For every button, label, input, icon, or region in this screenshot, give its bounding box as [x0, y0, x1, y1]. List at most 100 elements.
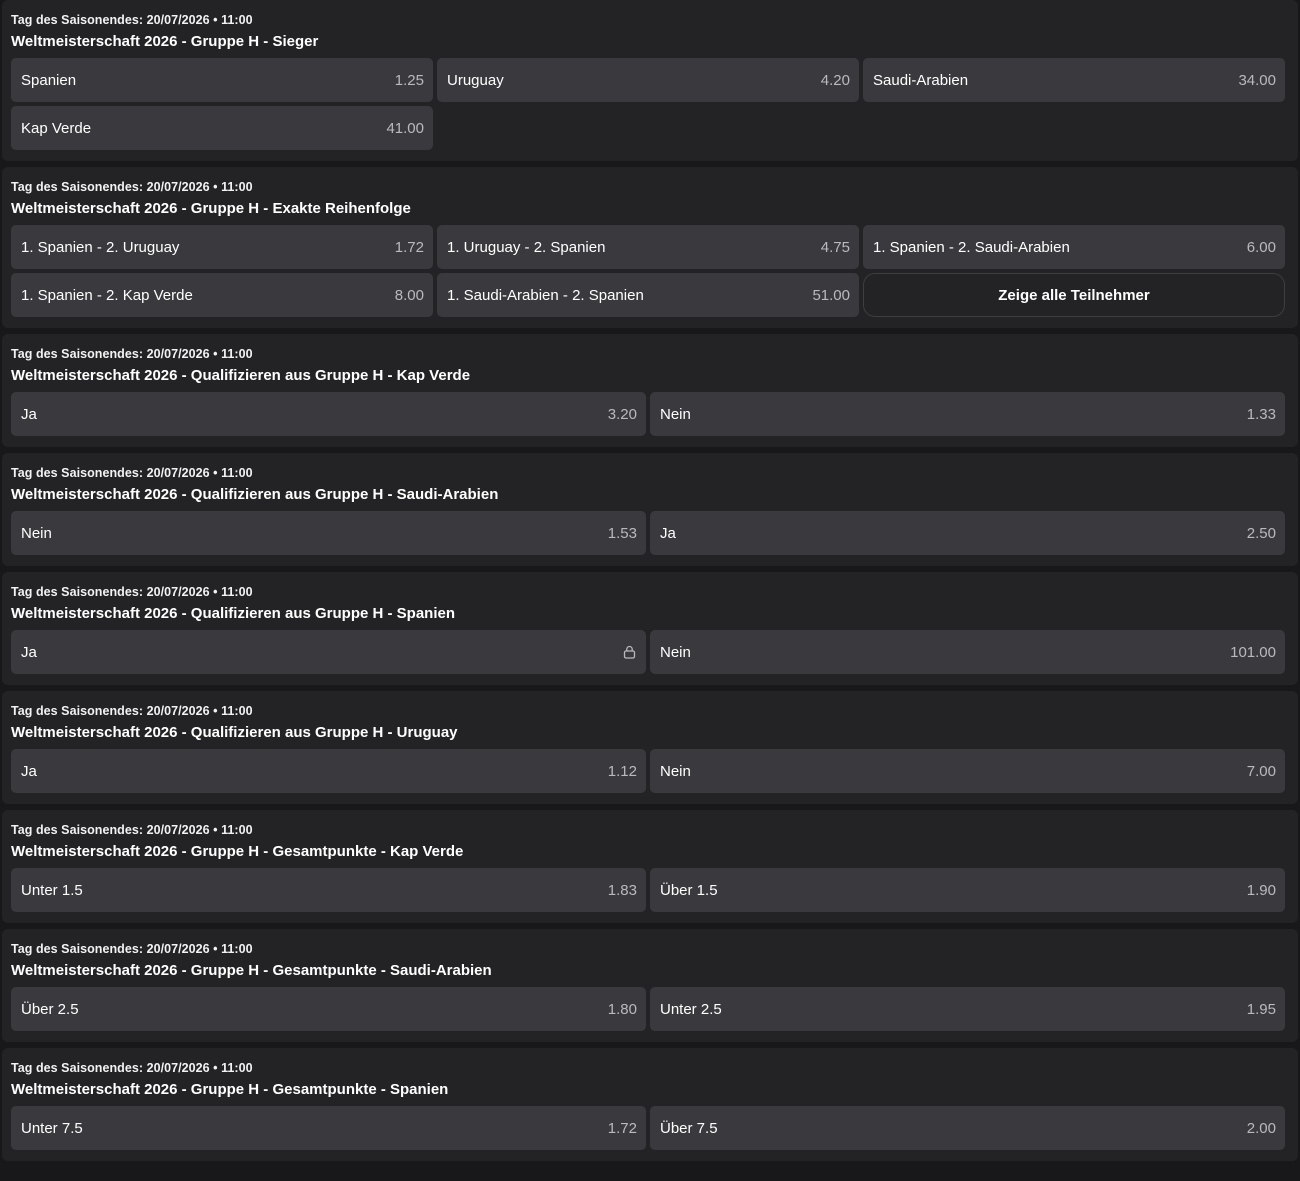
- market-card: Tag des Saisonendes: 20/07/2026 • 11:00 W…: [2, 1048, 1298, 1161]
- outcome-odds: 1.80: [607, 1000, 637, 1018]
- market-date: Tag des Saisonendes: 20/07/2026 • 11:00: [11, 585, 253, 599]
- market-date: Tag des Saisonendes: 20/07/2026 • 11:00: [11, 704, 253, 718]
- market-title: Weltmeisterschaft 2026 - Gruppe H - Exak…: [11, 200, 411, 217]
- outcome-button[interactable]: Unter 2.5 1.95: [650, 987, 1285, 1031]
- outcome-odds: 51.00: [812, 286, 850, 304]
- market-card: Tag des Saisonendes: 20/07/2026 • 11:00 W…: [2, 334, 1298, 447]
- outcome-label: Spanien: [21, 71, 77, 89]
- outcome-odds: 1.72: [394, 238, 424, 256]
- outcome-label: Nein: [21, 524, 52, 542]
- outcome-odds: 1.90: [1246, 881, 1276, 899]
- outcome-odds: 1.25: [394, 71, 424, 89]
- outcome-button[interactable]: Unter 1.5 1.83: [11, 868, 646, 912]
- market-title: Weltmeisterschaft 2026 - Qualifizieren a…: [11, 605, 456, 622]
- market-date: Tag des Saisonendes: 20/07/2026 • 11:00: [11, 180, 253, 194]
- outcome-button[interactable]: 1. Spanien - 2. Kap Verde 8.00: [11, 273, 433, 317]
- outcome-button[interactable]: 1. Spanien - 2. Saudi-Arabien 6.00: [863, 225, 1285, 269]
- outcome-odds: 34.00: [1238, 71, 1276, 89]
- outcome-label: 1. Uruguay - 2. Spanien: [447, 238, 606, 256]
- outcome-grid: Ja 1.12 Nein 7.00: [11, 749, 1285, 793]
- outcome-label: Unter 1.5: [21, 881, 83, 899]
- lock-icon: [621, 644, 637, 660]
- outcome-button[interactable]: Kap Verde 41.00: [11, 106, 433, 150]
- outcome-button[interactable]: 1. Saudi-Arabien - 2. Spanien 51.00: [437, 273, 859, 317]
- outcome-button[interactable]: Nein 101.00: [650, 630, 1285, 674]
- outcome-label: 1. Saudi-Arabien - 2. Spanien: [447, 286, 644, 304]
- outcome-button[interactable]: Ja: [11, 630, 646, 674]
- outcome-label: Uruguay: [447, 71, 504, 89]
- outcome-odds: 8.00: [394, 286, 424, 304]
- outcome-label: 1. Spanien - 2. Kap Verde: [21, 286, 193, 304]
- market-date: Tag des Saisonendes: 20/07/2026 • 11:00: [11, 13, 253, 27]
- market-title: Weltmeisterschaft 2026 - Gruppe H - Gesa…: [11, 962, 492, 979]
- outcome-button[interactable]: Über 7.5 2.00: [650, 1106, 1285, 1150]
- outcome-label: Nein: [660, 643, 691, 661]
- outcome-grid: Unter 1.5 1.83 Über 1.5 1.90: [11, 868, 1285, 912]
- outcome-button[interactable]: Saudi-Arabien 34.00: [863, 58, 1285, 102]
- market-date: Tag des Saisonendes: 20/07/2026 • 11:00: [11, 823, 253, 837]
- outcome-grid: Nein 1.53 Ja 2.50: [11, 511, 1285, 555]
- outcome-label: Über 7.5: [660, 1119, 718, 1137]
- show-all-participants-button[interactable]: Zeige alle Teilnehmer: [863, 273, 1285, 317]
- outcome-odds: 1.72: [607, 1119, 637, 1137]
- outcome-button[interactable]: Über 2.5 1.80: [11, 987, 646, 1031]
- outcome-button[interactable]: Über 1.5 1.90: [650, 868, 1285, 912]
- outcome-odds: 101.00: [1230, 643, 1276, 661]
- market-card: Tag des Saisonendes: 20/07/2026 • 11:00 W…: [2, 691, 1298, 804]
- outcome-label: Ja: [21, 643, 37, 661]
- market-title: Weltmeisterschaft 2026 - Qualifizieren a…: [11, 367, 471, 384]
- outcome-label: Nein: [660, 762, 691, 780]
- outcome-label: 1. Spanien - 2. Uruguay: [21, 238, 180, 256]
- outcome-odds: 4.20: [820, 71, 850, 89]
- outcome-label: Ja: [21, 762, 37, 780]
- outcome-odds: 1.83: [607, 881, 637, 899]
- outcome-button[interactable]: Uruguay 4.20: [437, 58, 859, 102]
- outcome-button[interactable]: Ja 2.50: [650, 511, 1285, 555]
- outcome-button[interactable]: Nein 7.00: [650, 749, 1285, 793]
- market-date: Tag des Saisonendes: 20/07/2026 • 11:00: [11, 347, 253, 361]
- outcome-grid: Spanien 1.25 Uruguay 4.20 Saudi-Arabien 34.00…: [11, 58, 1285, 150]
- outcome-label: Ja: [21, 405, 37, 423]
- outcome-button[interactable]: Ja 1.12: [11, 749, 646, 793]
- outcome-button[interactable]: 1. Spanien - 2. Uruguay 1.72: [11, 225, 433, 269]
- market-card: Tag des Saisonendes: 20/07/2026 • 11:00 W…: [2, 810, 1298, 923]
- outcome-button[interactable]: 1. Uruguay - 2. Spanien 4.75: [437, 225, 859, 269]
- market-card: Tag des Saisonendes: 20/07/2026 • 11:00 W…: [2, 572, 1298, 685]
- outcome-button[interactable]: Ja 3.20: [11, 392, 646, 436]
- market-list: Tag des Saisonendes: 20/07/2026 • 11:00 W…: [0, 0, 1300, 1161]
- outcome-odds: 7.00: [1246, 762, 1276, 780]
- outcome-button[interactable]: Nein 1.53: [11, 511, 646, 555]
- market-title: Weltmeisterschaft 2026 - Qualifizieren a…: [11, 486, 499, 503]
- outcome-odds: 1.33: [1246, 405, 1276, 423]
- market-title: Weltmeisterschaft 2026 - Gruppe H - Gesa…: [11, 843, 464, 860]
- outcome-odds: 1.95: [1246, 1000, 1276, 1018]
- market-card: Tag des Saisonendes: 20/07/2026 • 11:00 W…: [2, 167, 1298, 328]
- outcome-label: 1. Spanien - 2. Saudi-Arabien: [873, 238, 1070, 256]
- market-title: Weltmeisterschaft 2026 - Gruppe H - Sieg…: [11, 33, 319, 50]
- outcome-label: Kap Verde: [21, 119, 92, 137]
- outcome-grid: 1. Spanien - 2. Uruguay 1.72 1. Uruguay - …: [11, 225, 1285, 317]
- outcome-odds: 6.00: [1246, 238, 1276, 256]
- market-date: Tag des Saisonendes: 20/07/2026 • 11:00: [11, 1061, 253, 1075]
- outcome-label: Über 1.5: [660, 881, 718, 899]
- outcome-grid: Ja 3.20 Nein 1.33: [11, 392, 1285, 436]
- market-date: Tag des Saisonendes: 20/07/2026 • 11:00: [11, 466, 253, 480]
- outcome-odds: 41.00: [386, 119, 424, 137]
- outcome-label: Nein: [660, 405, 691, 423]
- market-title: Weltmeisterschaft 2026 - Qualifizieren a…: [11, 724, 458, 741]
- outcome-button[interactable]: Unter 7.5 1.72: [11, 1106, 646, 1150]
- outcome-odds: 1.12: [607, 762, 637, 780]
- market-card: Tag des Saisonendes: 20/07/2026 • 11:00 W…: [2, 453, 1298, 566]
- outcome-odds: 1.53: [607, 524, 637, 542]
- outcome-button[interactable]: Nein 1.33: [650, 392, 1285, 436]
- outcome-odds: 2.50: [1246, 524, 1276, 542]
- outcome-label: Ja: [660, 524, 676, 542]
- outcome-label: Über 2.5: [21, 1000, 79, 1018]
- market-card: Tag des Saisonendes: 20/07/2026 • 11:00 W…: [2, 0, 1298, 161]
- market-date: Tag des Saisonendes: 20/07/2026 • 11:00: [11, 942, 253, 956]
- outcome-odds: 4.75: [820, 238, 850, 256]
- outcome-button[interactable]: Spanien 1.25: [11, 58, 433, 102]
- market-card: Tag des Saisonendes: 20/07/2026 • 11:00 W…: [2, 929, 1298, 1042]
- outcome-grid: Unter 7.5 1.72 Über 7.5 2.00: [11, 1106, 1285, 1150]
- outcome-grid: Ja Nein 101.00: [11, 630, 1285, 674]
